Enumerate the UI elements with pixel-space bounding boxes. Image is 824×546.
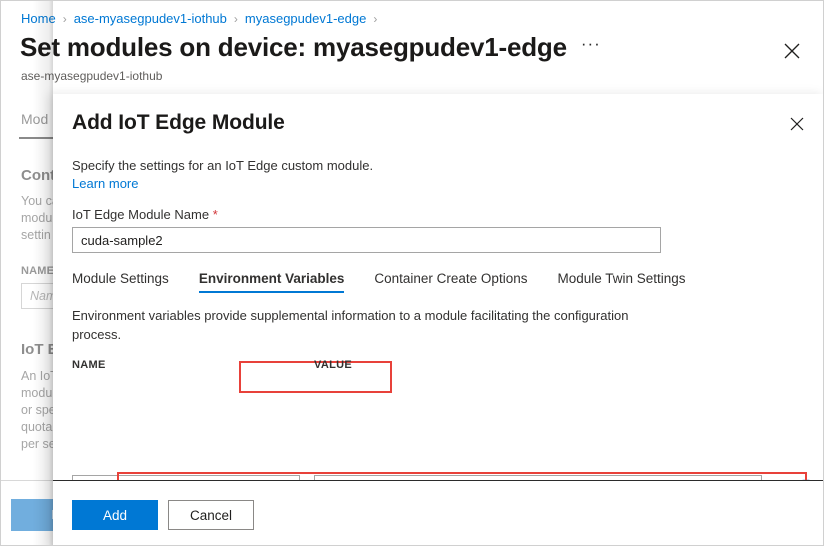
dialog-tablist: Module Settings Environment Variables Co… <box>72 267 700 296</box>
breadcrumb-separator-icon: › <box>233 11 238 26</box>
background-footer-divider <box>1 480 53 481</box>
cancel-button[interactable]: Cancel <box>168 500 254 530</box>
learn-more-link[interactable]: Learn more <box>72 176 138 191</box>
breadcrumb-item-home[interactable]: Home <box>21 11 56 26</box>
environment-variables-description: Environment variables provide supplement… <box>72 308 629 342</box>
module-name-label-text: IoT Edge Module Name <box>72 207 210 222</box>
add-button[interactable]: Add <box>72 500 158 530</box>
column-header-name: NAME <box>72 359 106 371</box>
dialog-description: Specify the settings for an IoT Edge cus… <box>72 158 374 173</box>
column-header-value: VALUE <box>314 359 352 371</box>
add-iot-edge-module-dialog: Add IoT Edge Module Specify the settings… <box>53 94 823 545</box>
dialog-body: Specify the settings for an IoT Edge cus… <box>53 94 823 545</box>
background-section-container-heading: Cont <box>21 167 56 184</box>
breadcrumb-separator-icon: › <box>373 11 378 26</box>
required-marker: * <box>212 207 218 222</box>
background-tab-modules[interactable]: Mod <box>21 111 48 127</box>
tab-module-settings[interactable]: Module Settings <box>72 267 183 296</box>
screenshot-root: Home › ase-myasegpudev1-iothub › myasegp… <box>0 0 824 546</box>
tab-module-twin-settings[interactable]: Module Twin Settings <box>541 267 699 296</box>
more-options-icon[interactable]: ··· <box>581 35 601 60</box>
dialog-footer: Add Cancel <box>53 481 823 545</box>
module-name-input[interactable] <box>72 227 661 253</box>
tab-container-create-options[interactable]: Container Create Options <box>358 267 541 296</box>
breadcrumb-item-edge-device[interactable]: myasegpudev1-edge <box>245 11 366 26</box>
tab-environment-variables[interactable]: Environment Variables <box>183 267 359 296</box>
breadcrumb-separator-icon: › <box>62 11 67 26</box>
module-name-label: IoT Edge Module Name * <box>72 207 218 222</box>
page-title-row: Set modules on device: myasegpudev1-edge… <box>20 33 803 62</box>
blade-close-button[interactable] <box>779 38 805 64</box>
background-name-label: NAME <box>21 265 55 277</box>
breadcrumb-item-iothub[interactable]: ase-myasegpudev1-iothub <box>74 11 227 26</box>
breadcrumb: Home › ase-myasegpudev1-iothub › myasegp… <box>21 11 377 26</box>
page-title: Set modules on device: myasegpudev1-edge <box>20 32 567 62</box>
page-subtitle: ase-myasegpudev1-iothub <box>21 69 163 83</box>
